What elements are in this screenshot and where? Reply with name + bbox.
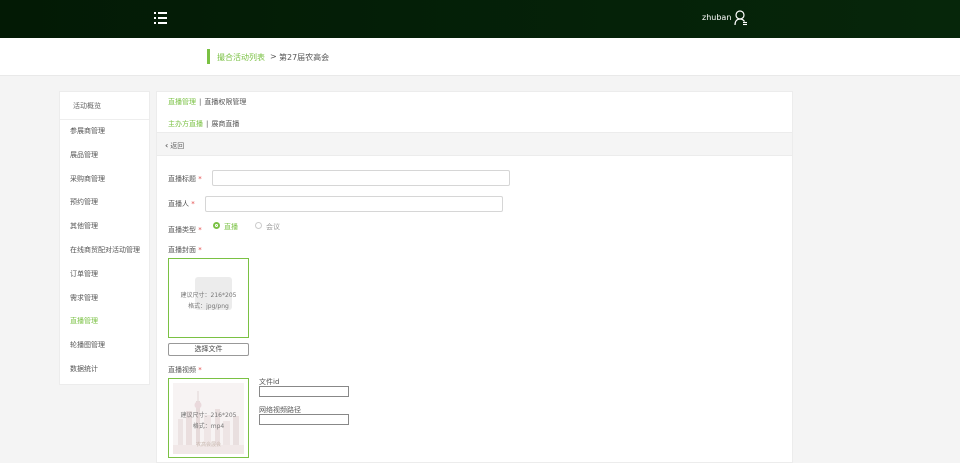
sidebar-item-appointments[interactable]: 预约管理	[60, 191, 149, 215]
back-bar: ‹ 返回	[157, 132, 792, 156]
main-panel: 直播管理 | 直播权限管理 主办方直播 | 展商直播 ‹ 返回 直播标题 * 直播人 * …	[156, 91, 793, 463]
tab-separator: |	[199, 98, 202, 106]
live-video-label: 直播视频 *	[168, 366, 202, 374]
back-button[interactable]: ‹ 返回	[165, 141, 184, 151]
sidebar-item-products[interactable]: 展品管理	[60, 144, 149, 168]
sidebar-item-statistics[interactable]: 数据统计	[60, 358, 149, 382]
radio-live-label[interactable]: 直播	[224, 222, 238, 232]
live-title-label: 直播标题 *	[168, 175, 202, 183]
breadcrumb-separator: >	[270, 52, 277, 61]
sidebar: 活动概览 参展商管理 展品管理 采购商管理 预约管理 其他管理 在线商贸配对活动…	[59, 91, 150, 385]
tab-exhibitor-live[interactable]: 展商直播	[211, 120, 239, 128]
network-video-path-input[interactable]	[259, 414, 349, 425]
live-host-input[interactable]	[205, 196, 503, 212]
live-title-input[interactable]	[212, 170, 510, 186]
breadcrumb-marker	[207, 49, 210, 64]
live-cover-label: 直播封面 *	[168, 246, 202, 254]
breadcrumb: 撮合活动列表 > 第27届农高会	[0, 38, 960, 76]
sidebar-item-online-matching[interactable]: 在线商贸配对活动管理	[60, 239, 149, 263]
video-watermark: 农高会展会	[195, 442, 221, 448]
sidebar-item-exhibitors[interactable]: 参展商管理	[60, 120, 149, 144]
video-hint-format: 格式：mp4	[192, 423, 225, 430]
chevron-left-icon: ‹	[165, 141, 169, 150]
live-type-label: 直播类型 *	[168, 226, 202, 234]
breadcrumb-current: 第27届农高会	[279, 53, 330, 62]
sidebar-item-other[interactable]: 其他管理	[60, 215, 149, 239]
menu-toggle-icon[interactable]	[154, 12, 167, 24]
video-hint-size: 建议尺寸：216*205	[180, 412, 237, 419]
cover-upload-box[interactable]: 建议尺寸：216*205 格式：jpg/png	[168, 258, 249, 338]
tab-live-permissions[interactable]: 直播权限管理	[204, 98, 246, 106]
required-mark: *	[198, 226, 202, 234]
choose-file-button[interactable]: 选择文件	[168, 343, 249, 356]
radio-meeting[interactable]	[255, 222, 262, 229]
required-mark: *	[198, 246, 202, 254]
tab-organizer-live[interactable]: 主办方直播	[168, 120, 203, 128]
radio-meeting-label[interactable]: 会议	[266, 222, 280, 232]
tab-separator: |	[206, 120, 209, 128]
tab-live-management[interactable]: 直播管理	[168, 98, 196, 106]
sidebar-item-live[interactable]: 直播管理	[60, 310, 149, 334]
breadcrumb-link-activity-list[interactable]: 撮合活动列表	[217, 52, 265, 63]
sidebar-item-demands[interactable]: 需求管理	[60, 287, 149, 311]
primary-tabs: 直播管理 | 直播权限管理	[168, 97, 246, 107]
sidebar-title[interactable]: 活动概览	[60, 92, 149, 120]
user-icon[interactable]	[734, 10, 748, 26]
cover-hint-size: 建议尺寸：216*205	[180, 292, 237, 299]
radio-live[interactable]	[213, 222, 220, 229]
required-mark: *	[198, 366, 202, 374]
live-host-label: 直播人 *	[168, 200, 195, 208]
back-label: 返回	[170, 142, 185, 150]
sidebar-item-orders[interactable]: 订单管理	[60, 263, 149, 287]
sidebar-item-carousel[interactable]: 轮播图管理	[60, 334, 149, 358]
cover-hint-format: 格式：jpg/png	[188, 303, 229, 310]
secondary-tabs: 主办方直播 | 展商直播	[168, 119, 239, 129]
video-upload-box[interactable]: 建议尺寸：216*205 格式：mp4 农高会展会	[168, 378, 249, 458]
file-id-input[interactable]	[259, 386, 349, 397]
top-bar: zhuban	[0, 0, 960, 38]
username[interactable]: zhuban	[702, 13, 731, 22]
required-mark: *	[198, 175, 202, 183]
sidebar-item-buyers[interactable]: 采购商管理	[60, 168, 149, 192]
required-mark: *	[191, 200, 195, 208]
